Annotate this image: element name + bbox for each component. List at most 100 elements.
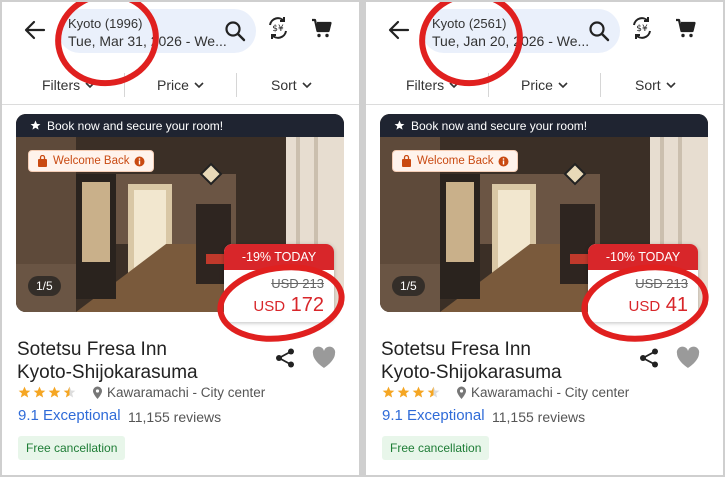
share-icon[interactable] — [274, 347, 296, 369]
price-card: -10% TODAY USD 213 USD 41 — [588, 244, 698, 322]
search-dates: Tue, Mar 31, 2026 - We... — [68, 33, 227, 49]
promo-banner-text: Book now and secure your room! — [47, 118, 224, 133]
free-cancellation-badge: Free cancellation — [382, 436, 490, 460]
promo-banner-text: Book now and secure your room! — [411, 118, 588, 133]
currency-exchange-icon[interactable]: $¥ — [266, 16, 290, 40]
app-screen-left: Kyoto (1996) Tue, Mar 31, 2026 - We... $… — [2, 2, 359, 475]
star-icon — [33, 386, 46, 398]
search-icon[interactable] — [588, 20, 610, 42]
filters-dropdown[interactable]: Filters — [406, 77, 460, 93]
cart-icon[interactable] — [310, 16, 334, 40]
price-value: 41 — [665, 294, 688, 316]
search-city: Kyoto (1996) — [68, 16, 143, 31]
bag-icon — [38, 154, 47, 167]
review-count[interactable]: 11,155 reviews — [128, 409, 221, 425]
sort-dropdown[interactable]: Sort — [635, 77, 677, 93]
search-dates: Tue, Jan 20, 2026 - We... — [432, 33, 590, 49]
hotel-name-line2: Kyoto-Shijokarasuma — [17, 362, 198, 383]
search-city: Kyoto (2561) — [432, 16, 507, 31]
chevron-down-icon — [85, 82, 95, 89]
filter-bar: Filters Price Sort — [2, 67, 359, 105]
sort-label: Sort — [271, 77, 297, 93]
svg-text:$¥: $¥ — [272, 24, 284, 34]
hotel-name-line1: Sotetsu Fresa Inn — [17, 339, 167, 360]
price-card: -19% TODAY USD 213 USD 172 — [224, 244, 334, 322]
location-text: Kawaramachi - City center — [471, 385, 630, 400]
price-value: 172 — [290, 294, 324, 316]
photo-counter: 1/5 — [28, 276, 61, 296]
review-count[interactable]: 11,155 reviews — [492, 409, 585, 425]
star-rating — [382, 386, 440, 400]
search-summary[interactable]: Kyoto (2561) Tue, Jan 20, 2026 - We... — [422, 9, 620, 53]
hotel-name-line1: Sotetsu Fresa Inn — [381, 339, 531, 360]
comparison-view: Kyoto (1996) Tue, Mar 31, 2026 - We... $… — [0, 0, 725, 477]
chevron-down-icon — [449, 82, 459, 89]
star-icon — [30, 120, 41, 130]
location-text: Kawaramachi - City center — [107, 385, 266, 400]
current-price: USD 172 — [253, 294, 324, 317]
hotel-name[interactable]: Sotetsu Fresa Inn Kyoto-Shijokarasuma — [381, 338, 626, 384]
filters-dropdown[interactable]: Filters — [42, 77, 96, 93]
star-icon — [394, 120, 405, 130]
svg-text:$¥: $¥ — [636, 24, 648, 34]
back-arrow-icon[interactable] — [386, 17, 412, 43]
currency-exchange-icon[interactable]: $¥ — [630, 16, 654, 40]
bag-icon — [402, 154, 411, 167]
sort-dropdown[interactable]: Sort — [271, 77, 313, 93]
chevron-down-icon — [666, 82, 676, 89]
hotel-location: Kawaramachi - City center — [92, 385, 265, 400]
price-label: Price — [521, 77, 553, 93]
star-rating — [18, 386, 76, 400]
star-icon — [382, 386, 395, 398]
original-price: USD 213 — [271, 276, 324, 291]
welcome-back-badge: Welcome Back — [392, 150, 519, 172]
app-screen-right: Kyoto (2561) Tue, Jan 20, 2026 - We... $… — [366, 2, 723, 475]
original-price: USD 213 — [635, 276, 688, 291]
welcome-back-badge: Welcome Back — [28, 150, 155, 172]
rating-score: 9.1 Exceptional — [18, 407, 121, 424]
star-icon — [397, 386, 410, 398]
search-icon[interactable] — [224, 20, 246, 42]
hotel-name[interactable]: Sotetsu Fresa Inn Kyoto-Shijokarasuma — [17, 338, 262, 384]
chevron-down-icon — [558, 82, 568, 89]
divider — [124, 73, 125, 97]
welcome-back-text: Welcome Back — [53, 155, 130, 167]
location-pin-icon — [457, 386, 466, 399]
star-icon — [427, 386, 440, 398]
current-price: USD 41 — [629, 294, 688, 317]
price-label: Price — [157, 77, 189, 93]
currency-label: USD — [628, 298, 661, 315]
rating-score: 9.1 Exceptional — [382, 407, 485, 424]
filter-bar: Filters Price Sort — [366, 67, 723, 105]
heart-icon[interactable] — [675, 345, 701, 371]
filters-label: Filters — [406, 77, 445, 93]
photo-counter: 1/5 — [392, 276, 425, 296]
free-cancellation-badge: Free cancellation — [18, 436, 126, 460]
share-icon[interactable] — [638, 347, 660, 369]
currency-label: USD — [253, 298, 286, 315]
info-icon[interactable] — [134, 156, 145, 167]
divider — [236, 73, 237, 97]
deal-badge: -10% TODAY — [588, 244, 698, 270]
price-dropdown[interactable]: Price — [521, 77, 569, 93]
info-icon[interactable] — [498, 156, 509, 167]
search-summary[interactable]: Kyoto (1996) Tue, Mar 31, 2026 - We... — [58, 9, 256, 53]
star-icon — [48, 386, 61, 398]
promo-banner: Book now and secure your room! — [380, 114, 708, 137]
cart-icon[interactable] — [674, 16, 698, 40]
divider — [488, 73, 489, 97]
star-icon — [63, 386, 76, 398]
sort-label: Sort — [635, 77, 661, 93]
promo-banner: Book now and secure your room! — [16, 114, 344, 137]
location-pin-icon — [93, 386, 102, 399]
back-arrow-icon[interactable] — [22, 17, 48, 43]
chevron-down-icon — [302, 82, 312, 89]
star-icon — [412, 386, 425, 398]
welcome-back-text: Welcome Back — [417, 155, 494, 167]
hotel-name-line2: Kyoto-Shijokarasuma — [381, 362, 562, 383]
price-dropdown[interactable]: Price — [157, 77, 205, 93]
chevron-down-icon — [194, 82, 204, 89]
deal-badge: -19% TODAY — [224, 244, 334, 270]
heart-icon[interactable] — [311, 345, 337, 371]
top-bar: Kyoto (1996) Tue, Mar 31, 2026 - We... $… — [2, 2, 359, 62]
